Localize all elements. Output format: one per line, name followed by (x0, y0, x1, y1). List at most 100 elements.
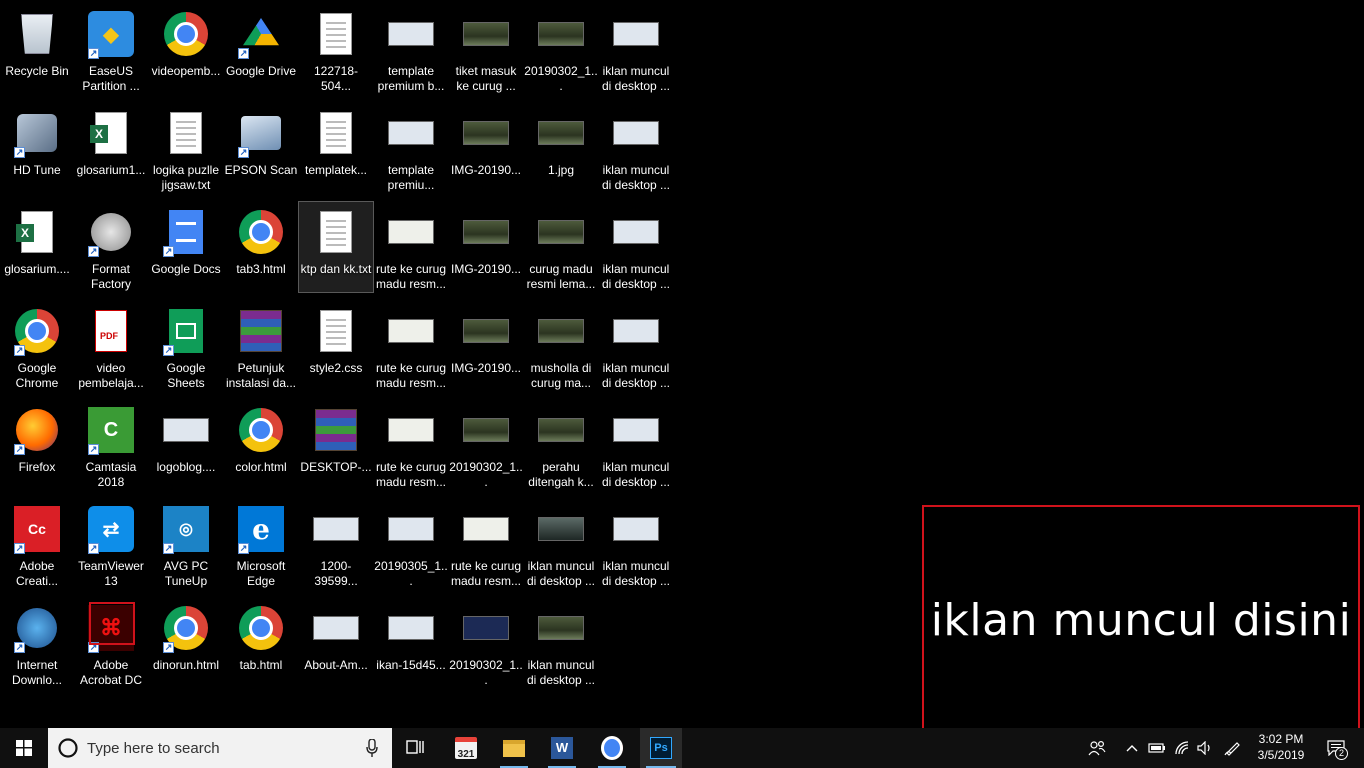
desktop-icon[interactable]: ↗ dinorun.html (149, 598, 223, 688)
desktop-icon[interactable]: 20190305_1... (374, 499, 448, 589)
desktop-icon[interactable]: tab3.html (224, 202, 298, 292)
desktop-icon[interactable]: ↗ Google Sheets (149, 301, 223, 391)
desktop-icon[interactable]: iklan muncul di desktop ... (524, 499, 598, 589)
desktop-icon-label: 20190305_1... (374, 559, 448, 588)
desktop-icon[interactable]: 1.jpg (524, 103, 598, 193)
taskbar-photoshop[interactable]: Ps (640, 728, 682, 768)
desktop-icon[interactable]: logika puzlle jigsaw.txt (149, 103, 223, 193)
desktop[interactable]: Recycle Bin ◆ ↗ EaseUS Partition ... videope… (0, 0, 1364, 761)
image-thumbnail-icon (387, 109, 435, 157)
pen-icon (1224, 742, 1240, 756)
desktop-icon[interactable]: PDF video pembelaja... (74, 301, 148, 391)
desktop-icon[interactable]: color.html (224, 400, 298, 490)
desktop-icon[interactable]: ↗ Firefox (0, 400, 74, 490)
network-button[interactable] (1172, 728, 1194, 768)
desktop-icon[interactable]: rute ke curug madu resm... (374, 202, 448, 292)
file-explorer-icon (503, 739, 525, 757)
desktop-icon[interactable]: iklan muncul di desktop ... (599, 400, 673, 490)
taskbar-search-box[interactable]: Type here to search (48, 728, 392, 768)
task-view-button[interactable] (397, 728, 435, 768)
desktop-icon[interactable]: Petunjuk instalasi da... (224, 301, 298, 391)
desktop-icon[interactable]: tab.html (224, 598, 298, 688)
desktop-icon[interactable]: style2.css (299, 301, 373, 391)
clock-date: 3/5/2019 (1257, 748, 1305, 762)
desktop-icon-label: 1.jpg (547, 163, 575, 177)
start-button[interactable] (0, 728, 48, 768)
desktop-icon[interactable]: ↗ Google Chrome (0, 301, 74, 391)
desktop-icon[interactable]: ↗ HD Tune (0, 103, 74, 193)
chrome-icon (237, 208, 285, 256)
desktop-icon[interactable]: ⇄ ↗ TeamViewer 13 (74, 499, 148, 589)
desktop-icon[interactable]: 20190302_1... (449, 598, 523, 688)
windows-ink-button[interactable] (1222, 728, 1244, 768)
desktop-icon[interactable]: rute ke curug madu resm... (374, 400, 448, 490)
desktop-icon[interactable]: 1200-39599... (299, 499, 373, 589)
show-hidden-icons-button[interactable] (1122, 728, 1142, 768)
action-center-button[interactable]: 2 (1318, 728, 1354, 768)
battery-button[interactable] (1146, 728, 1168, 768)
taskbar-calendar-app[interactable]: 321 (446, 728, 486, 768)
desktop-icon[interactable]: iklan muncul di desktop ... (599, 499, 673, 589)
desktop-icon[interactable]: templatek... (299, 103, 373, 193)
desktop-icon[interactable]: rute ke curug madu resm... (449, 499, 523, 589)
desktop-icon[interactable]: logoblog.... (149, 400, 223, 490)
desktop-icon[interactable]: ◆ ↗ EaseUS Partition ... (74, 4, 148, 94)
desktop-icon[interactable]: C ↗ Camtasia 2018 (74, 400, 148, 490)
desktop-icon-label: HD Tune (13, 163, 61, 177)
desktop-icon[interactable]: ↗ Google Drive (224, 4, 298, 94)
desktop-icon-label: Adobe Creati... (15, 559, 58, 588)
volume-button[interactable] (1194, 728, 1216, 768)
desktop-icon-label: Google Sheets (166, 361, 206, 390)
desktop-icon[interactable]: Recycle Bin (0, 4, 74, 94)
desktop-icon[interactable]: ↗ Google Docs (149, 202, 223, 292)
desktop-icon-label: Firefox (18, 460, 56, 474)
desktop-icon[interactable]: Xglosarium.... (0, 202, 74, 292)
desktop-icon[interactable]: ◎ ↗ AVG PC TuneUp (149, 499, 223, 589)
desktop-icon[interactable]: iklan muncul di desktop ... (599, 103, 673, 193)
desktop-icon[interactable]: ↗ Format Factory (74, 202, 148, 292)
desktop-icon[interactable]: IMG-20190... (449, 202, 523, 292)
desktop-icon[interactable]: template premium b... (374, 4, 448, 94)
desktop-icon[interactable]: 20190302_1... (449, 400, 523, 490)
image-thumbnail-icon (387, 208, 435, 256)
notification-count-badge: 2 (1335, 747, 1348, 760)
desktop-icon[interactable]: iklan muncul di desktop ... (524, 598, 598, 688)
desktop-icon[interactable]: 20190302_1... (524, 4, 598, 94)
desktop-icon[interactable]: iklan muncul di desktop ... (599, 301, 673, 391)
taskbar-word[interactable]: W (542, 728, 582, 768)
taskbar-file-explorer[interactable] (494, 728, 534, 768)
desktop-icon[interactable]: IMG-20190... (449, 103, 523, 193)
taskbar-clock[interactable]: 3:02 PM 3/5/2019 (1252, 731, 1310, 763)
desktop-icon[interactable]: iklan muncul di desktop ... (599, 202, 673, 292)
desktop-icon-label: iklan muncul di desktop ... (601, 460, 671, 489)
desktop-icon[interactable]: ↗ EPSON Scan (224, 103, 298, 193)
desktop-icon[interactable]: template premiu... (374, 103, 448, 193)
desktop-icon[interactable]: ikan-15d45... (374, 598, 448, 688)
microphone-icon[interactable] (366, 739, 378, 757)
desktop-icon[interactable]: Cc ↗ Adobe Creati... (0, 499, 74, 589)
desktop-icon-label: dinorun.html (152, 658, 220, 672)
image-thumbnail-icon (462, 604, 510, 652)
desktop-icon[interactable]: musholla di curug ma... (524, 301, 598, 391)
desktop-icon[interactable]: Xglosarium1... (74, 103, 148, 193)
desktop-icon[interactable]: 122718-504... (299, 4, 373, 94)
desktop-icon[interactable]: rute ke curug madu resm... (374, 301, 448, 391)
desktop-icon-label: rute ke curug madu resm... (375, 361, 447, 390)
desktop-icon-label: iklan muncul di desktop ... (526, 658, 596, 687)
desktop-icon[interactable]: tiket masuk ke curug ... (449, 4, 523, 94)
desktop-icon[interactable]: e ↗ Microsoft Edge (224, 499, 298, 589)
desktop-icon[interactable]: ↗ Internet Downlo... (0, 598, 74, 688)
image-thumbnail-icon (462, 505, 510, 553)
people-button[interactable] (1086, 728, 1108, 768)
desktop-icon[interactable]: About-Am... (299, 598, 373, 688)
desktop-icon[interactable]: curug madu resmi lema... (524, 202, 598, 292)
taskbar-chrome[interactable] (592, 728, 632, 768)
chrome-icon (237, 406, 285, 454)
easeus-icon: ◆ ↗ (87, 10, 135, 59)
desktop-icon[interactable]: perahu ditengah k... (524, 400, 598, 490)
desktop-icon[interactable]: videopemb... (149, 4, 223, 94)
desktop-icon[interactable]: DESKTOP-... (299, 400, 373, 490)
desktop-icon[interactable]: ktp dan kk.txt (298, 201, 374, 293)
desktop-icon[interactable]: IMG-20190... (449, 301, 523, 391)
desktop-icon[interactable]: iklan muncul di desktop ... (599, 4, 673, 94)
